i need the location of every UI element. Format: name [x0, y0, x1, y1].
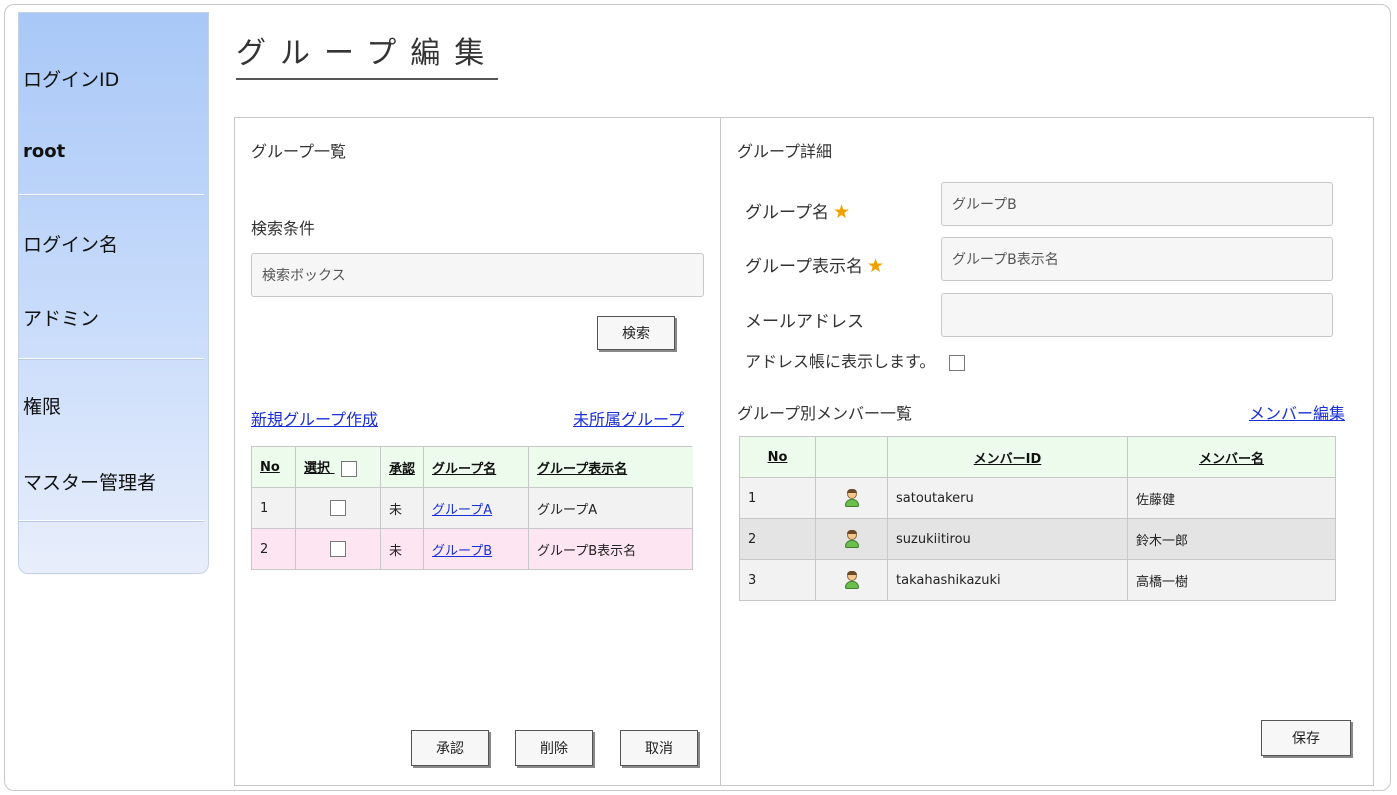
- display-name-label: グループ表示名 ★: [745, 252, 884, 277]
- col-header-select-label: 選択: [304, 461, 331, 477]
- new-group-link[interactable]: 新規グループ作成: [251, 406, 378, 430]
- member-edit-link[interactable]: メンバー編集: [1249, 400, 1345, 424]
- cell-member-id: suzukiitirou: [887, 518, 1128, 560]
- cell-member-name: 佐藤健: [1127, 477, 1336, 519]
- cell-icon: [815, 518, 888, 560]
- login-id-value: root: [23, 141, 66, 162]
- sidebar-divider: [19, 520, 204, 521]
- cell-no: 1: [739, 477, 816, 519]
- group-list-panel: グループ一覧 検索条件 検索ボックス 検索 新規グループ作成 未所属グループ N…: [234, 117, 722, 786]
- user-avatar-icon: [843, 530, 861, 548]
- col-header-member-name[interactable]: メンバー名: [1127, 436, 1336, 478]
- group-name-input[interactable]: グループB: [941, 182, 1333, 226]
- member-table: No メンバーID メンバー名 1 satoutakeru 佐藤健 2 suzu…: [739, 436, 1336, 601]
- user-avatar-icon: [843, 489, 861, 507]
- member-list-label: グループ別メンバー一覧: [737, 404, 913, 423]
- col-header-display-name[interactable]: グループ表示名: [528, 446, 693, 488]
- group-list-heading: グループ一覧: [251, 142, 347, 161]
- row-checkbox[interactable]: [330, 541, 346, 557]
- table-header-row: No メンバーID メンバー名: [739, 436, 1336, 478]
- cell-group-name: グループB: [423, 528, 529, 570]
- group-name-label-text: グループ名: [745, 203, 829, 223]
- table-row[interactable]: 2 suzukiitirou 鈴木一郎: [739, 518, 1336, 560]
- cell-display-name: グループA: [528, 487, 693, 529]
- search-input[interactable]: 検索ボックス: [251, 253, 704, 297]
- role-label: 権限: [23, 396, 62, 418]
- save-button[interactable]: 保存: [1261, 720, 1351, 756]
- cell-member-id: satoutakeru: [887, 477, 1128, 519]
- group-detail-panel: グループ詳細 グループ名 ★ グループB グループ表示名 ★ グループB表示名 メー…: [720, 117, 1374, 786]
- delete-button[interactable]: 削除: [515, 730, 593, 766]
- cell-approved: 未: [380, 487, 424, 529]
- col-header-group-name[interactable]: グループ名: [423, 446, 529, 488]
- table-row[interactable]: 1 未 グループA グループA: [251, 487, 693, 529]
- cell-group-name: グループA: [423, 487, 529, 529]
- cell-select: [295, 528, 381, 570]
- address-book-label-text: アドレス帳に表示します。: [745, 352, 936, 371]
- group-detail-heading: グループ詳細: [737, 142, 833, 161]
- col-header-no[interactable]: No: [739, 436, 816, 478]
- sidebar: ログインID root ログイン名 アドミン 権限 マスター管理者: [18, 12, 209, 574]
- cell-member-name: 鈴木一郎: [1127, 518, 1336, 560]
- cell-no: 2: [739, 518, 816, 560]
- col-header-member-id[interactable]: メンバーID: [887, 436, 1128, 478]
- cell-icon: [815, 559, 888, 601]
- cell-member-id: takahashikazuki: [887, 559, 1128, 601]
- approve-button[interactable]: 承認: [411, 730, 489, 766]
- email-label: メールアドレス: [745, 312, 864, 332]
- login-name-value: アドミン: [23, 308, 100, 330]
- table-row[interactable]: 1 satoutakeru 佐藤健: [739, 477, 1336, 519]
- cell-no: 1: [251, 487, 296, 529]
- group-name-link[interactable]: グループA: [432, 503, 492, 518]
- table-row[interactable]: 2 未 グループB グループB表示名: [251, 528, 693, 570]
- table-row[interactable]: 3 takahashikazuki 高橋一樹: [739, 559, 1336, 601]
- group-table: No 選択 承認 グループ名 グループ表示名 1 未 グループA グループA 2…: [251, 446, 693, 570]
- address-book-label: アドレス帳に表示します。: [745, 348, 965, 372]
- star-icon: ★: [832, 201, 851, 223]
- star-icon: ★: [866, 255, 885, 277]
- cell-member-name: 高橋一樹: [1127, 559, 1336, 601]
- col-header-select: 選択: [295, 446, 381, 488]
- page-title: グループ編集: [236, 28, 499, 80]
- cell-approved: 未: [380, 528, 424, 570]
- cancel-button[interactable]: 取消: [620, 730, 698, 766]
- col-header-approved[interactable]: 承認: [380, 446, 424, 488]
- row-checkbox[interactable]: [330, 500, 346, 516]
- display-name-input[interactable]: グループB表示名: [941, 237, 1333, 281]
- cell-display-name: グループB表示名: [528, 528, 693, 570]
- col-header-no[interactable]: No: [251, 446, 296, 488]
- group-name-link[interactable]: グループB: [432, 544, 492, 559]
- address-book-checkbox[interactable]: [948, 354, 965, 371]
- cell-icon: [815, 477, 888, 519]
- search-button[interactable]: 検索: [597, 316, 675, 350]
- display-name-label-text: グループ表示名: [745, 257, 863, 277]
- sidebar-divider: [19, 358, 204, 359]
- search-condition-label: 検索条件: [251, 219, 316, 238]
- col-header-icon: [815, 436, 888, 478]
- table-header-row: No 選択 承認 グループ名 グループ表示名: [251, 446, 693, 488]
- email-input[interactable]: [941, 293, 1333, 337]
- user-avatar-icon: [843, 571, 861, 589]
- cell-no: 2: [251, 528, 296, 570]
- login-name-label: ログイン名: [23, 234, 119, 256]
- select-all-checkbox[interactable]: [340, 460, 357, 477]
- group-name-label: グループ名 ★: [745, 198, 850, 223]
- unassigned-group-link[interactable]: 未所属グループ: [573, 406, 684, 430]
- sidebar-divider: [19, 194, 204, 195]
- role-value: マスター管理者: [23, 472, 157, 494]
- cell-select: [295, 487, 381, 529]
- login-id-label: ログインID: [23, 69, 120, 91]
- cell-no: 3: [739, 559, 816, 601]
